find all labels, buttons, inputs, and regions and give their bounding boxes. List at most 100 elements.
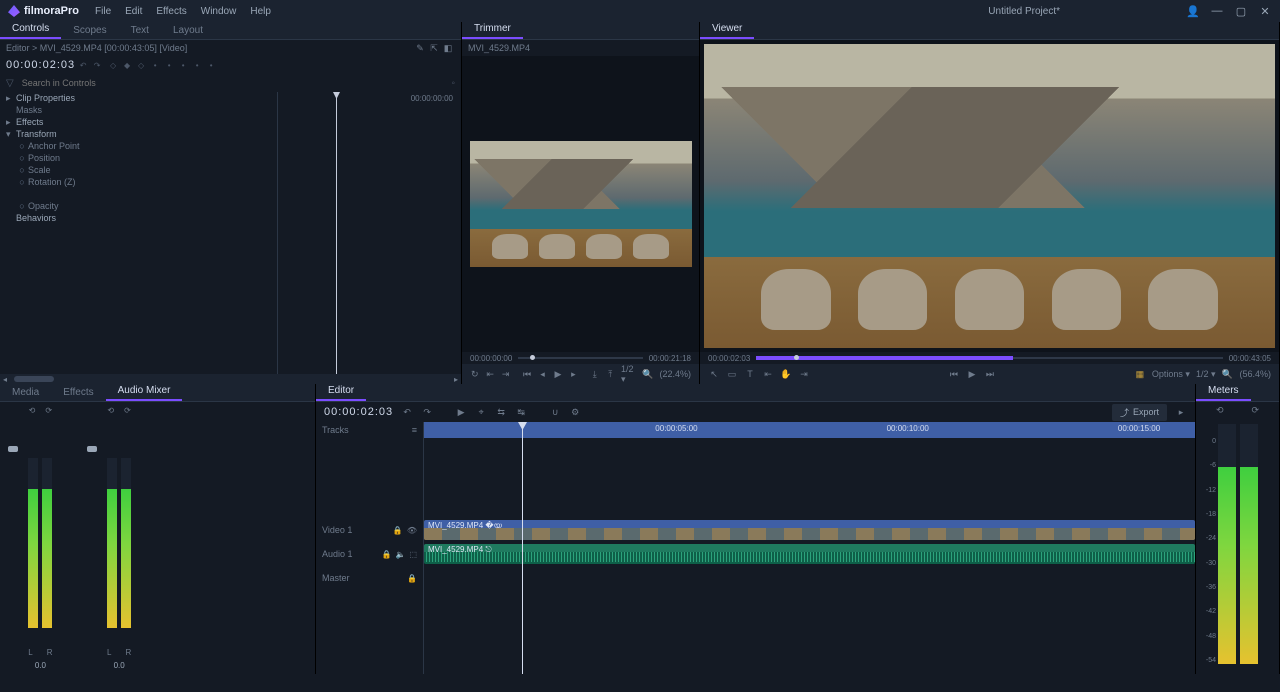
- menu-edit[interactable]: Edit: [125, 6, 142, 17]
- tab-media[interactable]: Media: [0, 384, 51, 401]
- ed-gear-icon[interactable]: ⚙: [569, 407, 581, 418]
- viewer-in-icon[interactable]: ⇤: [762, 369, 774, 380]
- viewer-arrow-icon[interactable]: ↖: [708, 369, 720, 380]
- viewer-zoom[interactable]: 1/2 ▾: [1196, 369, 1216, 380]
- menu-effects[interactable]: Effects: [156, 6, 186, 17]
- meters-r-icon[interactable]: ⟳: [1251, 405, 1259, 416]
- kf-opacity-icon[interactable]: ○: [16, 201, 28, 211]
- kf-misc5-icon[interactable]: •: [207, 61, 215, 70]
- mute-icon[interactable]: 🔈: [395, 550, 405, 559]
- export-button[interactable]: ⤴ Export: [1112, 404, 1167, 421]
- track-video1[interactable]: MVI_4529.MP4 �യ: [424, 518, 1195, 542]
- track-master-label[interactable]: Master🔒: [316, 566, 423, 590]
- kf-position-icon[interactable]: ○: [16, 153, 28, 163]
- viewer-next-icon[interactable]: ⏭: [984, 369, 996, 380]
- lock-icon[interactable]: 🔒: [393, 526, 403, 535]
- viewer-prev-icon[interactable]: ⏮: [948, 369, 960, 380]
- tab-effects-panel[interactable]: Effects: [51, 384, 105, 401]
- m-lock-icon[interactable]: 🔒: [407, 574, 417, 583]
- ed-play-icon[interactable]: ▶: [455, 407, 467, 418]
- ed-ripple-icon[interactable]: ⇆: [495, 407, 507, 418]
- minimize-icon[interactable]: —: [1210, 5, 1224, 18]
- fader-2[interactable]: [87, 446, 97, 452]
- tab-text[interactable]: Text: [119, 22, 161, 39]
- tab-meters[interactable]: Meters: [1196, 382, 1251, 401]
- ed-magnet-icon[interactable]: ∪: [549, 407, 561, 418]
- ed-snap-icon[interactable]: ⌖: [475, 407, 487, 418]
- track-area[interactable]: 00:00:05:00 00:00:10:00 00:00:15:00 MVI_…: [424, 422, 1195, 674]
- track-audio1[interactable]: MVI_4529.MP4 ⎋: [424, 542, 1195, 566]
- loop-icon[interactable]: ↻: [470, 369, 479, 380]
- kf-anchor-icon[interactable]: ○: [16, 141, 28, 151]
- maximize-icon[interactable]: ▢: [1234, 5, 1248, 18]
- menu-window[interactable]: Window: [201, 6, 237, 17]
- ed-slip-icon[interactable]: ↹: [515, 407, 527, 418]
- kf-add-icon[interactable]: ◆: [123, 61, 131, 70]
- tracks-menu-icon[interactable]: ≡: [412, 425, 417, 435]
- pan2-left-icon[interactable]: ⟲: [107, 406, 114, 420]
- scroll-right-icon[interactable]: ▸: [451, 374, 461, 384]
- fader-1[interactable]: [8, 446, 18, 452]
- editor-timecode[interactable]: 00:00:02:03: [324, 406, 393, 418]
- timeline-playhead[interactable]: [522, 422, 523, 674]
- pan-right-icon[interactable]: ⟳: [45, 406, 52, 420]
- viewer-search-icon[interactable]: 🔍: [1221, 369, 1233, 380]
- pan-left-icon[interactable]: ⟲: [29, 406, 36, 420]
- close-icon[interactable]: ✕: [1258, 5, 1272, 18]
- kf-prev-icon[interactable]: ◇: [109, 61, 117, 70]
- solo-icon[interactable]: ⬚: [409, 550, 417, 559]
- step-back-icon[interactable]: ◂: [538, 369, 547, 380]
- user-icon[interactable]: 👤: [1186, 5, 1200, 18]
- kf-rotation-icon[interactable]: ○: [16, 177, 28, 187]
- kf-misc3-icon[interactable]: •: [179, 61, 187, 70]
- tab-audio-mixer[interactable]: Audio Mixer: [106, 382, 183, 401]
- scroll-left-icon[interactable]: ◂: [0, 374, 10, 384]
- play-icon[interactable]: ▶: [553, 369, 562, 380]
- edit-icon[interactable]: ✎: [413, 41, 427, 55]
- ed-undo-icon[interactable]: ↶: [401, 407, 413, 418]
- kf-next-icon[interactable]: ◇: [137, 61, 145, 70]
- menu-file[interactable]: File: [95, 6, 111, 17]
- viewer-crop-icon[interactable]: ▭: [726, 369, 738, 380]
- tab-scopes[interactable]: Scopes: [61, 22, 118, 39]
- overwrite-icon[interactable]: ⤒: [606, 369, 615, 380]
- prev-frame-icon[interactable]: ⏮: [522, 369, 531, 380]
- menu-help[interactable]: Help: [250, 6, 271, 17]
- viewer-preview[interactable]: [700, 40, 1279, 352]
- kf-misc1-icon[interactable]: •: [151, 61, 159, 70]
- track-audio1-label[interactable]: Audio 1🔒🔈⬚: [316, 542, 423, 566]
- clip-audio1[interactable]: MVI_4529.MP4 ⎋: [424, 544, 1195, 564]
- out-point-icon[interactable]: ⇥: [501, 369, 510, 380]
- controls-search-input[interactable]: [20, 77, 448, 89]
- trimmer-scrub-marker[interactable]: [530, 355, 535, 360]
- redo-icon[interactable]: ↷: [93, 61, 101, 70]
- viewer-play-icon[interactable]: ▶: [966, 369, 978, 380]
- in-point-icon[interactable]: ⇤: [485, 369, 494, 380]
- trimmer-search-icon[interactable]: 🔍: [642, 369, 653, 380]
- meters-l-icon[interactable]: ⟲: [1216, 405, 1224, 416]
- step-fwd-icon[interactable]: ▸: [569, 369, 578, 380]
- ed-redo-icon[interactable]: ↷: [421, 407, 433, 418]
- track-video1-label[interactable]: Video 1🔒👁: [316, 518, 423, 542]
- scroll-thumb[interactable]: [14, 376, 54, 382]
- trimmer-zoom[interactable]: 1/2 ▾: [621, 364, 636, 385]
- viewer-out-icon[interactable]: ⇥: [798, 369, 810, 380]
- kf-misc4-icon[interactable]: •: [193, 61, 201, 70]
- a-lock-icon[interactable]: 🔒: [382, 550, 392, 559]
- viewer-options[interactable]: Options ▾: [1152, 369, 1190, 380]
- tab-controls[interactable]: Controls: [0, 20, 61, 39]
- panel-toggle-icon[interactable]: ◧: [441, 41, 455, 55]
- clip-video1[interactable]: MVI_4529.MP4 �യ: [424, 520, 1195, 540]
- track-master[interactable]: [424, 566, 1195, 582]
- viewer-text-icon[interactable]: T: [744, 369, 756, 379]
- undo-icon[interactable]: ↶: [79, 61, 87, 70]
- viewer-hand-icon[interactable]: ✋: [780, 369, 792, 380]
- controls-timecode[interactable]: 00:00:02:03: [6, 59, 75, 71]
- viewer-scrubber[interactable]: 00:00:02:03 00:00:43:05: [700, 352, 1279, 364]
- trimmer-scrubber[interactable]: 00:00:00:00 00:00:21:18: [462, 352, 699, 364]
- eye-icon[interactable]: 👁: [407, 526, 417, 535]
- filter-icon[interactable]: ▽: [6, 78, 14, 89]
- export-chevron-icon[interactable]: ▸: [1175, 407, 1187, 418]
- viewer-scrub-marker[interactable]: [794, 355, 799, 360]
- tab-trimmer[interactable]: Trimmer: [462, 20, 523, 39]
